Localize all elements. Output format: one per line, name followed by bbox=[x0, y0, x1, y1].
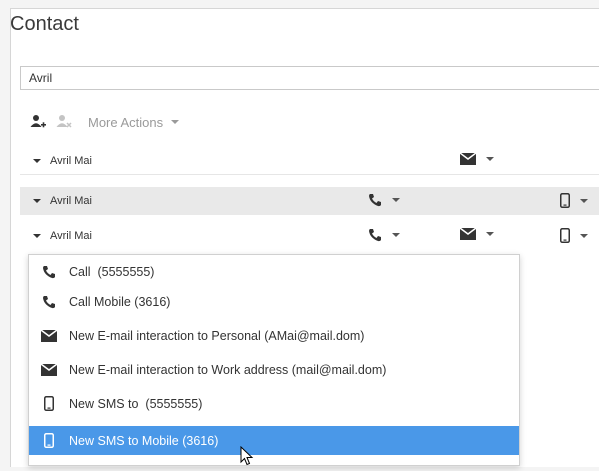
phone-icon bbox=[41, 264, 57, 280]
menu-item-label: Call (5555555) bbox=[69, 264, 155, 279]
mobile-action[interactable] bbox=[560, 193, 588, 208]
contact-name: Avril Mai bbox=[50, 195, 92, 207]
contact-row[interactable]: Avril Mai bbox=[20, 147, 599, 175]
expand-caret-icon[interactable] bbox=[33, 159, 41, 163]
phone-action[interactable] bbox=[368, 193, 400, 207]
chevron-down-icon bbox=[486, 232, 494, 236]
envelope-icon bbox=[41, 362, 57, 378]
envelope-icon bbox=[41, 328, 57, 344]
menu-item-sms[interactable]: New SMS to (5555555) bbox=[29, 389, 519, 418]
mobile-icon bbox=[560, 193, 570, 208]
email-action[interactable] bbox=[460, 228, 494, 240]
menu-item-sms-mobile[interactable]: New SMS to Mobile (3616) bbox=[29, 426, 519, 455]
mobile-icon bbox=[41, 433, 57, 449]
envelope-icon bbox=[460, 153, 476, 165]
contact-name: Avril Mai bbox=[50, 155, 92, 167]
chevron-down-icon bbox=[392, 233, 400, 237]
more-actions-button[interactable]: More Actions bbox=[88, 114, 180, 130]
phone-icon bbox=[369, 229, 381, 242]
phone-icon bbox=[41, 294, 57, 310]
phone-icon bbox=[369, 194, 381, 207]
mouse-cursor-icon bbox=[240, 445, 254, 471]
contact-row[interactable]: Avril Mai bbox=[20, 222, 599, 250]
contact-actions-menu: Call (5555555) Call Mobile (3616) New E-… bbox=[28, 254, 520, 466]
menu-item-label: New SMS to (5555555) bbox=[69, 396, 203, 411]
contact-toolbar: More Actions bbox=[30, 112, 180, 132]
menu-item-label: New SMS to Mobile (3616) bbox=[69, 433, 219, 448]
more-actions-label: More Actions bbox=[88, 114, 164, 130]
menu-item-call[interactable]: Call (5555555) bbox=[29, 257, 519, 286]
menu-item-email-work[interactable]: New E-mail interaction to Work address (… bbox=[29, 355, 519, 384]
envelope-icon bbox=[460, 228, 476, 240]
chevron-down-icon bbox=[392, 198, 400, 202]
menu-item-call-mobile[interactable]: Call Mobile (3616) bbox=[29, 287, 519, 316]
expand-caret-icon[interactable] bbox=[33, 199, 41, 203]
contact-search-input[interactable] bbox=[20, 66, 599, 90]
contact-row[interactable]: Avril Mai bbox=[20, 187, 599, 215]
mobile-action[interactable] bbox=[560, 228, 588, 243]
email-action[interactable] bbox=[460, 153, 494, 165]
menu-item-email-personal[interactable]: New E-mail interaction to Personal (AMai… bbox=[29, 321, 519, 350]
chevron-down-icon bbox=[580, 198, 588, 203]
menu-item-label: Call Mobile (3616) bbox=[69, 294, 171, 309]
add-contact-icon[interactable] bbox=[30, 114, 46, 130]
chevron-down-icon bbox=[580, 233, 588, 238]
contact-name: Avril Mai bbox=[50, 230, 92, 242]
chevron-down-icon bbox=[171, 120, 180, 124]
remove-contact-icon[interactable] bbox=[56, 114, 72, 130]
mobile-icon bbox=[41, 396, 57, 412]
phone-action[interactable] bbox=[368, 228, 400, 242]
chevron-down-icon bbox=[486, 157, 494, 161]
page-title: Contact bbox=[10, 13, 79, 35]
expand-caret-icon[interactable] bbox=[33, 234, 41, 238]
menu-item-label: New E-mail interaction to Personal (AMai… bbox=[69, 328, 365, 343]
mobile-icon bbox=[560, 228, 570, 243]
menu-item-label: New E-mail interaction to Work address (… bbox=[69, 362, 387, 377]
